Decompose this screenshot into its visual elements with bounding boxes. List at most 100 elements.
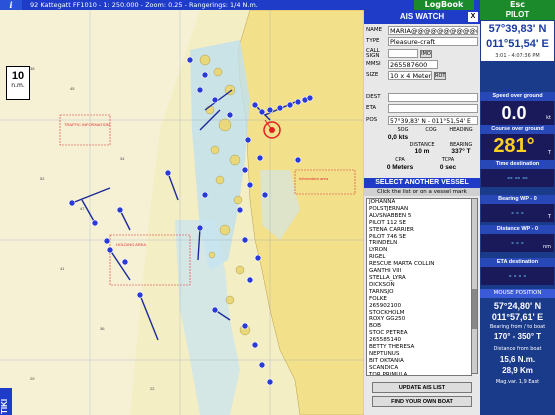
tcpa-value: 0 sec	[439, 164, 457, 171]
size-field: 10 x 4 Meters	[388, 71, 432, 80]
scrollbar-thumb[interactable]	[472, 289, 477, 329]
course-unit: T	[547, 150, 551, 156]
chart-canvas: TRAFFIC INFORMATION HOLDING AREA Informa…	[0, 10, 364, 415]
vessel-list-item[interactable]: NEPTUNUS	[367, 351, 471, 358]
svg-text:41: 41	[60, 266, 65, 271]
distance-from-nm: 15,6 N.m.	[499, 355, 536, 364]
find-own-boat-button[interactable]: FIND YOUR OWN BOAT	[372, 396, 472, 407]
vessel-list[interactable]: JOHANNA POLSTJERNAN ALVSNABBEN 5 PILOT 112 …	[366, 198, 472, 376]
size-label: SIZE	[366, 72, 379, 78]
vessel-list-item[interactable]: TRINDELN	[367, 240, 471, 247]
imo-label: IMO	[420, 50, 432, 58]
bearing-from-label: Bearing from / to boat	[489, 324, 546, 330]
vessel-list-item[interactable]: POLSTJERNAN	[367, 206, 471, 213]
sog-label: SOG	[397, 127, 409, 133]
vessel-list-item[interactable]: 265902100	[367, 303, 471, 310]
vessel-list-item[interactable]: PILOT 746 SE	[367, 234, 471, 241]
select-vessel-title: SELECT ANOTHER VESSEL	[364, 178, 480, 188]
svg-text:HOLDING AREA: HOLDING AREA	[116, 242, 146, 247]
heading-label: HEADING	[449, 127, 473, 133]
longitude-value: 011°51,54' E	[486, 38, 549, 50]
vessel-list-item[interactable]: GANTHI VIII	[367, 268, 471, 275]
mouse-longitude: 011°57,61' E	[491, 312, 544, 322]
logbook-button[interactable]: LogBook	[414, 0, 474, 10]
mmsi-label: MMSI	[366, 61, 381, 67]
vessel-list-item[interactable]: JOHANNA	[367, 199, 471, 206]
vessel-list-item[interactable]: DICKSON	[367, 282, 471, 289]
vessel-list-item[interactable]: STOC PETREA	[367, 330, 471, 337]
rot-label: ROT	[434, 72, 446, 80]
info-button[interactable]: i	[0, 0, 22, 10]
distance-wp-unit: nm	[542, 244, 551, 250]
vessel-list-item[interactable]: 265585140	[367, 337, 471, 344]
svg-text:34: 34	[120, 156, 125, 161]
time-destination-box: -- -- --	[481, 169, 554, 187]
svg-text:47: 47	[80, 206, 85, 211]
vessel-list-item[interactable]: LYRON	[367, 247, 471, 254]
vessel-list-item[interactable]: PILOT 112 SE	[367, 220, 471, 227]
vessel-list-scrollbar[interactable]	[471, 198, 478, 374]
speed-box: 0.0 kt	[481, 101, 554, 125]
vessel-list-item[interactable]: STENA CARRIER	[367, 227, 471, 234]
update-ais-list-button[interactable]: UPDATE AIS LIST	[372, 382, 472, 393]
ais-close-button[interactable]: X	[468, 12, 478, 22]
vessel-list-item[interactable]: BOB	[367, 323, 471, 330]
vessel-list-item[interactable]: BETTY THERESA	[367, 344, 471, 351]
vessel-list-item[interactable]: RESCUE MARTA COLLIN	[367, 261, 471, 268]
esc-button[interactable]: Esc	[480, 0, 555, 10]
bearing-value: 337° T	[451, 148, 471, 155]
bearing-wp-box: - - - T	[481, 204, 554, 222]
vessel-list-item[interactable]: ROXY GG250	[367, 316, 471, 323]
svg-text:TRAFFIC INFORMATION: TRAFFIC INFORMATION	[64, 122, 110, 127]
vessel-list-item[interactable]: TARNSJO	[367, 289, 471, 296]
tcpa-label: TCPA	[441, 157, 455, 163]
vessel-list-item[interactable]: STOCKHOLM	[367, 310, 471, 317]
vessel-list-item[interactable]: STELLA_LYRA	[367, 275, 471, 282]
svg-text:22: 22	[150, 386, 155, 391]
eta-field	[388, 104, 478, 113]
mmsi-field: 265587600	[388, 60, 438, 69]
distance-wp-box: - - - nm	[481, 234, 554, 252]
nautical-chart[interactable]: TRAFFIC INFORMATION HOLDING AREA Informa…	[0, 10, 364, 415]
dest-label: DEST	[366, 94, 381, 100]
distance-value: 10 m	[414, 148, 430, 155]
distance-from-label: Distance from boat	[493, 346, 542, 352]
distance-wp-title: Distance WP - 0	[480, 225, 555, 234]
vessel-list-item[interactable]: BIT OKTANIA	[367, 358, 471, 365]
position-box: 57°39,83' N 011°51,54' E 3:01 - 4:07:36 …	[481, 21, 554, 61]
magnetic-variation: Mag.var. 1,9 East	[495, 379, 540, 385]
speed-unit: kt	[546, 115, 551, 121]
select-vessel-hint: Click the list or on a vessel mark	[364, 188, 480, 196]
chart-info-title: 92 Kattegatt FF1010 - 1: 250.000 - Zoom:…	[30, 1, 258, 9]
cog-label: COG	[425, 127, 437, 133]
bearing-wp-title: Bearing WP - 0	[480, 195, 555, 204]
dest-field	[388, 93, 478, 102]
pilot-time: 3:01 - 4:07:36 PM	[495, 53, 540, 59]
svg-text:Information area: Information area	[299, 176, 329, 181]
speed-value: 0.0	[501, 103, 527, 123]
cpa-value: 0 Meters	[386, 164, 414, 171]
scale-value: 10	[11, 70, 25, 82]
time-destination-title: Time destination	[480, 160, 555, 169]
vessel-list-item[interactable]: TOR PRIMULA	[367, 372, 471, 375]
svg-text:29: 29	[30, 376, 35, 381]
course-value: 281°	[493, 135, 535, 157]
bearing-from-value: 170° - 350° T	[493, 332, 542, 341]
speed-title: Speed over ground	[480, 92, 555, 101]
scale-indicator: 10 n.m.	[6, 66, 30, 100]
svg-text:36: 36	[100, 326, 105, 331]
scale-unit: n.m.	[11, 82, 25, 89]
type-label: TYPE	[366, 38, 380, 44]
vessel-list-item[interactable]: ALVSNABBEN 5	[367, 213, 471, 220]
vessel-list-item[interactable]: RIGEL	[367, 254, 471, 261]
ais-watch-panel: AIS WATCH X NAME MARIA@@@@@@@@@@@@@@ TYP…	[364, 10, 480, 415]
time-destination-value: -- -- --	[507, 173, 528, 182]
vessel-list-item[interactable]: FOLKE	[367, 296, 471, 303]
pos-field: 57°39,83' N - 011°51,54' E	[388, 116, 478, 125]
pilot-panel: PILOT 57°39,83' N 011°51,54' E 3:01 - 4:…	[480, 10, 555, 415]
tiki-logo: TIKI	[0, 388, 12, 415]
pos-label: POS	[366, 117, 378, 123]
eta-destination-title: ETA destination	[480, 258, 555, 267]
vessel-list-item[interactable]: SCANDICA	[367, 365, 471, 372]
eta-destination-box: - - - -	[481, 267, 554, 285]
